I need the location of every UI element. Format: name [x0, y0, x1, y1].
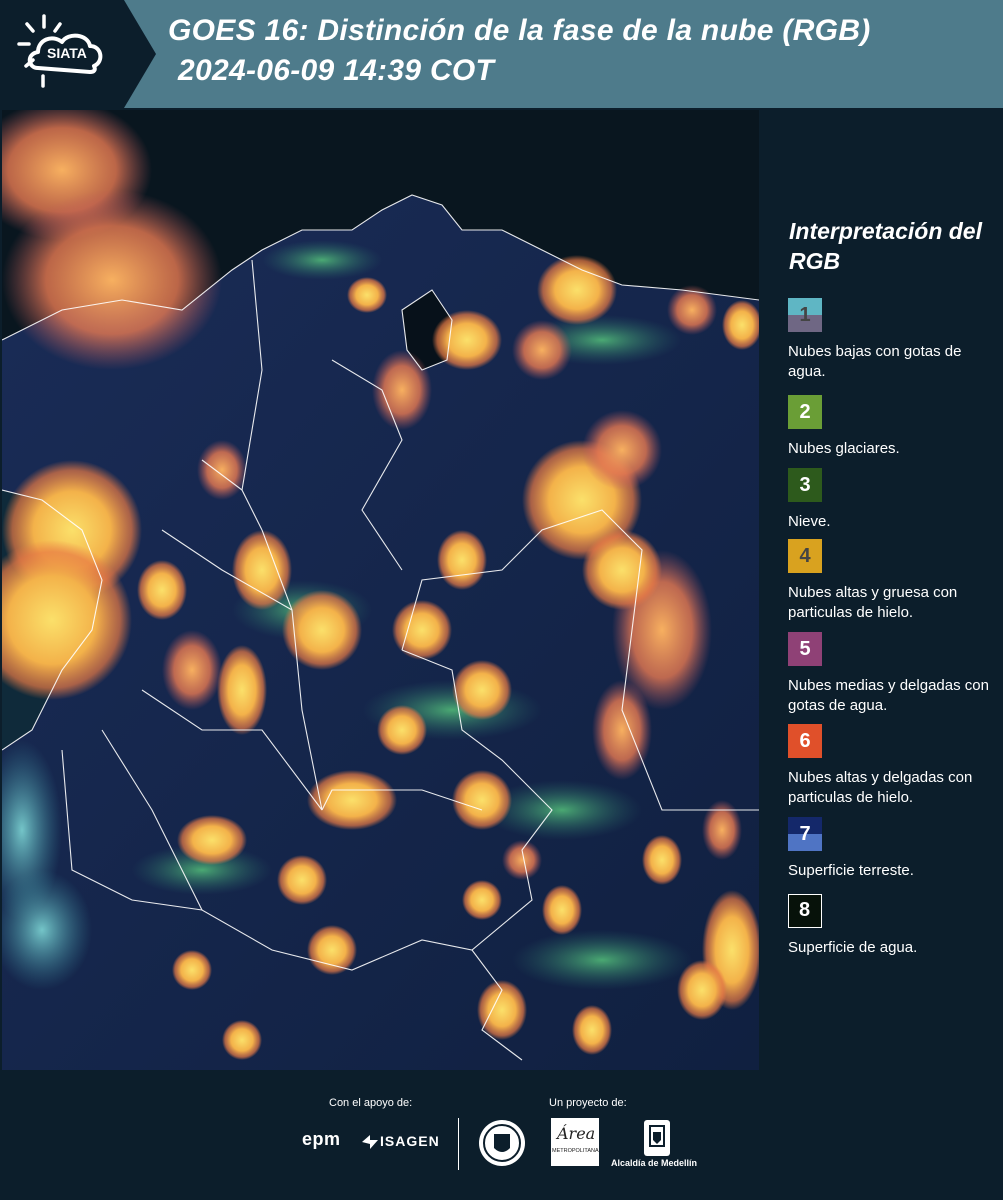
legend-label-6: Nubes altas y delgadas con particulas de…	[788, 769, 973, 806]
legend-label-3: Nieve.	[788, 513, 831, 530]
siata-logo-text: SIATA	[47, 45, 87, 61]
legend-num-7: 7	[799, 823, 811, 845]
legend-swatch-8: 8	[788, 894, 822, 928]
legend-label-5: Nubes medias y delgadas con gotas de agu…	[788, 677, 989, 714]
legend-num-5: 5	[799, 638, 811, 660]
isagen-mark-icon	[362, 1135, 378, 1149]
footer-bar: Con el apoyo de: Un proyecto de: epm ISA…	[0, 1070, 1003, 1200]
isagen-logo: ISAGEN	[380, 1133, 440, 1149]
legend-label-4: Nubes altas y gruesa con particulas de h…	[788, 584, 958, 621]
legend-swatch-7: 7	[788, 817, 822, 851]
epm-logo: epm	[302, 1129, 341, 1149]
legend-swatch-4: 4	[788, 539, 822, 573]
legend-num-2: 2	[799, 401, 811, 423]
page-title: GOES 16: Distinción de la fase de la nub…	[168, 14, 871, 47]
medellin-seal-icon	[479, 1120, 525, 1166]
legend-num-6: 6	[799, 730, 811, 752]
header-bar: SIATA GOES 16: Distinción de la fase de …	[0, 0, 1003, 108]
support-label: Con el apoyo de:	[329, 1097, 413, 1109]
alcaldia-shield-icon	[644, 1120, 670, 1156]
legend-label-7: Superficie terreste.	[788, 862, 914, 879]
area-logo-text: Área	[557, 1124, 596, 1143]
project-label: Un proyecto de:	[549, 1097, 627, 1109]
page-timestamp: 2024-06-09 14:39 COT	[178, 54, 495, 87]
legend-num-8: 8	[798, 899, 811, 921]
legend-title: Interpretación del RGB	[789, 218, 982, 274]
legend-swatch-6: 6	[788, 724, 822, 758]
siata-logo: SIATA	[0, 0, 156, 108]
alcaldia-label: Alcaldía de Medellín	[611, 1158, 698, 1168]
legend-label-2: Nubes glaciares.	[788, 440, 900, 457]
legend-num-4: 4	[799, 545, 811, 567]
legend-swatch-5: 5	[788, 632, 822, 666]
area-metropolitana-logo: Área METROPOLITANA	[551, 1118, 599, 1166]
metropolitana-logo-text: METROPOLITANA	[552, 1148, 599, 1154]
legend-swatch-3: 3	[788, 468, 822, 502]
legend-label-8: Superficie de agua.	[788, 939, 918, 956]
legend-num-1: 1	[799, 304, 811, 326]
legend-label-1: Nubes bajas con gotas de agua.	[788, 343, 962, 380]
legend-panel: Interpretación del RGB 1 Nubes bajas con…	[760, 110, 1003, 1070]
footer-divider	[458, 1118, 459, 1170]
satellite-map	[2, 110, 759, 1070]
legend-swatch-2: 2	[788, 395, 822, 429]
rgb-satellite-image	[2, 110, 759, 1070]
legend-swatch-1: 1	[788, 298, 822, 332]
legend-num-3: 3	[799, 474, 811, 496]
